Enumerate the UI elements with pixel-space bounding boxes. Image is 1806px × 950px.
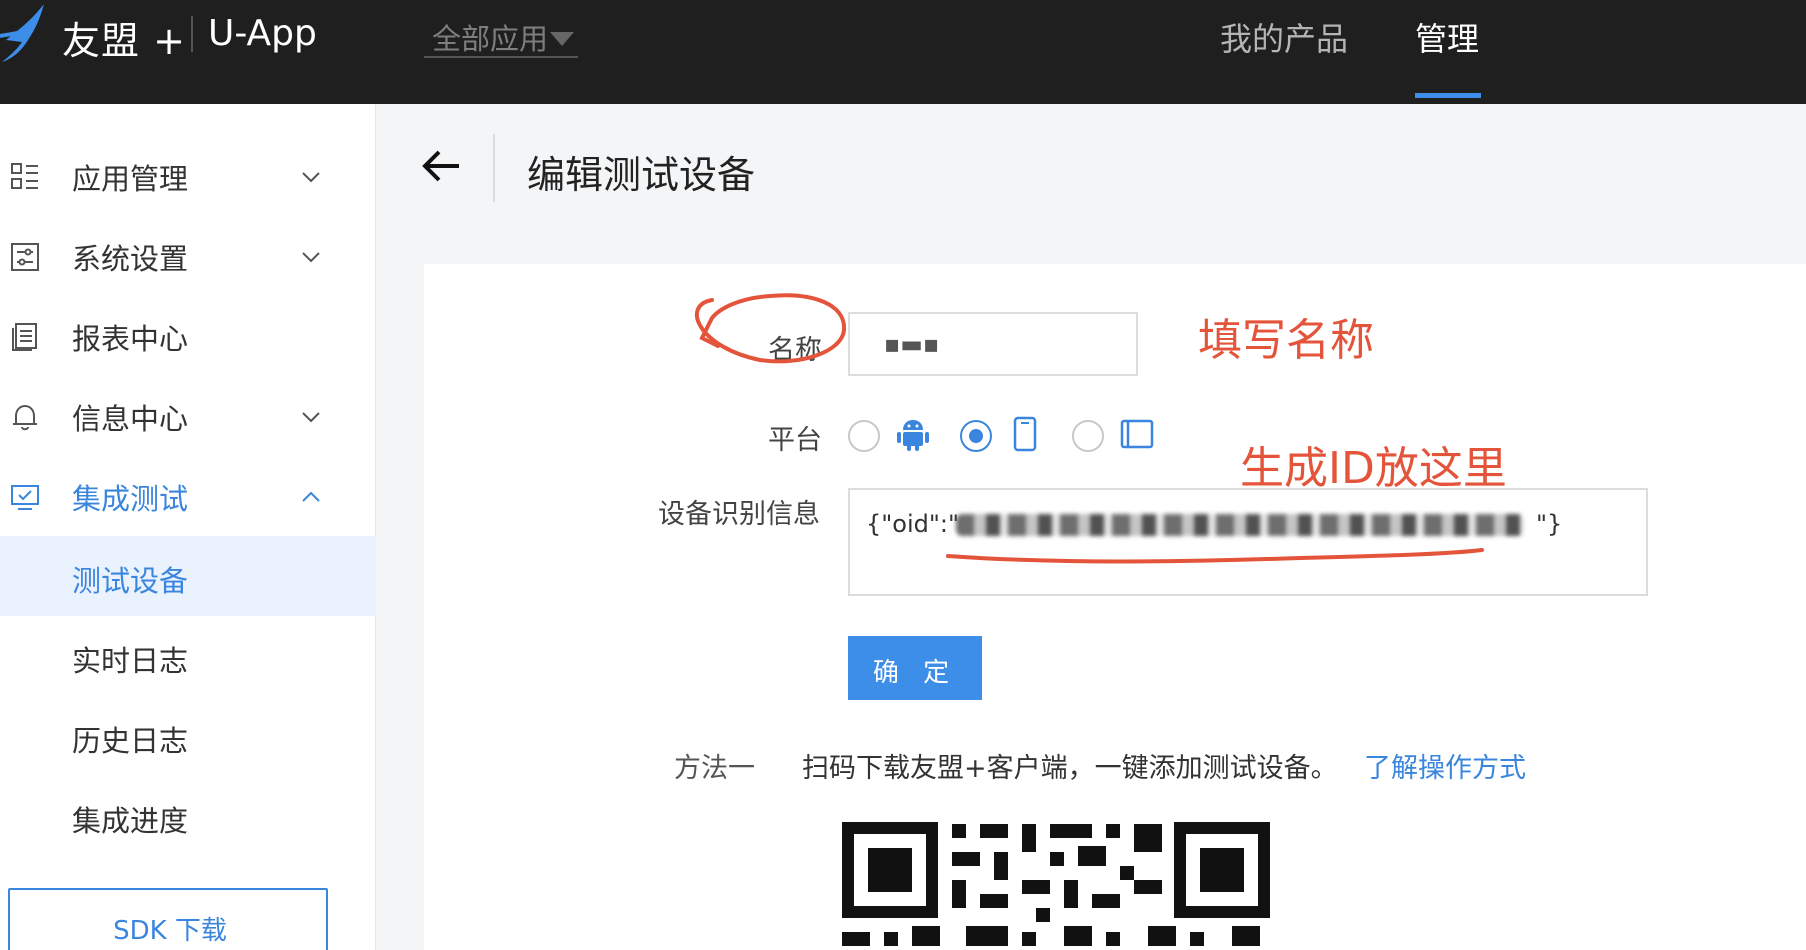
- sidebar-subitem-label: 历史日志: [72, 724, 189, 758]
- annotation-id-here: 生成ID放这里: [1240, 443, 1507, 494]
- platform-radio-phone[interactable]: [960, 420, 992, 452]
- device-info-textarea[interactable]: {"oid":" "}: [848, 488, 1648, 596]
- app-select-label: 全部应用: [432, 22, 549, 56]
- back-arrow-icon[interactable]: [421, 146, 463, 186]
- chevron-down-icon: [302, 172, 320, 183]
- sidebar-item-label: 报表中心: [72, 322, 189, 356]
- qr-code-icon: [842, 822, 1270, 946]
- device-info-label: 设备识别信息: [658, 499, 820, 530]
- monitor-check-icon: [11, 485, 39, 510]
- edit-device-card: 名称 平台 设备识别信息 {"oid":" "} 确 定 方法一 扫码下载友盟+…: [424, 264, 1806, 950]
- header-divider: [493, 134, 495, 202]
- app-select-dropdown[interactable]: 全部应用: [424, 12, 578, 58]
- sidebar-item-label: 集成测试: [72, 482, 189, 516]
- method-text: 扫码下载友盟+客户端，一键添加测试设备。: [802, 753, 1338, 784]
- platform-radio-android[interactable]: [848, 420, 880, 452]
- platform-label: 平台: [768, 425, 822, 456]
- annotation-fill-name: 填写名称: [1198, 315, 1374, 366]
- sidebar-subitem-realtime-log[interactable]: 实时日志: [0, 616, 376, 696]
- learn-operation-link[interactable]: 了解操作方式: [1364, 746, 1526, 785]
- chevron-down-icon: [302, 412, 320, 423]
- sidebar-item-report-center[interactable]: 报表中心: [0, 296, 376, 376]
- android-icon: [897, 420, 929, 451]
- phone-icon: [1013, 416, 1037, 452]
- page-header: 编辑测试设备: [377, 104, 1806, 232]
- sidebar-subitem-history-log[interactable]: 历史日志: [0, 696, 376, 776]
- sidebar-subitem-label: 集成进度: [72, 804, 189, 838]
- sidebar-item-label: 系统设置: [72, 242, 189, 276]
- sidebar-item-label: 信息中心: [72, 402, 189, 436]
- page-title: 编辑测试设备: [527, 153, 756, 197]
- nav-my-products[interactable]: 我的产品: [1220, 14, 1348, 60]
- name-input[interactable]: [848, 312, 1138, 376]
- chevron-down-icon: [302, 252, 320, 263]
- confirm-button[interactable]: 确 定: [848, 636, 982, 700]
- sidebar-item-integration-test[interactable]: 集成测试: [0, 456, 376, 536]
- caret-down-icon: [550, 32, 574, 46]
- umeng-logo-icon[interactable]: [0, 0, 56, 70]
- platform-radio-tablet[interactable]: [1072, 420, 1104, 452]
- sidebar-subitem-test-device[interactable]: 测试设备: [0, 536, 376, 616]
- sidebar: 应用管理 系统设置 报表中心 信息中心 集成测试 测试设备 实时日志 历史日志 …: [0, 104, 376, 950]
- sidebar-item-label: 应用管理: [72, 162, 189, 196]
- sidebar-item-app-management[interactable]: 应用管理: [0, 136, 376, 216]
- sidebar-subitem-integration-progress[interactable]: 集成进度: [0, 776, 376, 856]
- nav-active-indicator: [1415, 93, 1481, 98]
- tablet-icon: [1120, 419, 1154, 449]
- sidebar-subitem-label: 实时日志: [72, 644, 189, 678]
- sidebar-item-message-center[interactable]: 信息中心: [0, 376, 376, 456]
- brand-name: 友盟 +: [62, 19, 186, 63]
- top-bar: 友盟 + U-App 全部应用 我的产品 管理: [0, 0, 1806, 104]
- sidebar-subitem-label: 测试设备: [72, 564, 189, 598]
- confirm-label: 确 定: [872, 658, 958, 688]
- sdk-download-label: SDK 下载: [113, 916, 227, 946]
- nav-manage[interactable]: 管理: [1415, 14, 1479, 60]
- device-id-redacted: [956, 514, 1524, 536]
- name-label: 名称: [768, 335, 822, 366]
- report-icon: [12, 323, 37, 351]
- device-info-suffix: "}: [1536, 510, 1563, 538]
- sidebar-item-system-settings[interactable]: 系统设置: [0, 216, 376, 296]
- device-info-prefix: {"oid":": [866, 510, 960, 538]
- method-label: 方法一: [674, 753, 755, 784]
- brand-divider: [191, 16, 193, 52]
- sdk-download-button[interactable]: SDK 下载: [8, 888, 328, 950]
- app-grid-icon: [11, 163, 38, 189]
- product-name: U-App: [208, 13, 317, 54]
- bell-icon: [13, 404, 37, 431]
- settings-panel-icon: [11, 243, 39, 271]
- chevron-up-icon: [302, 491, 320, 502]
